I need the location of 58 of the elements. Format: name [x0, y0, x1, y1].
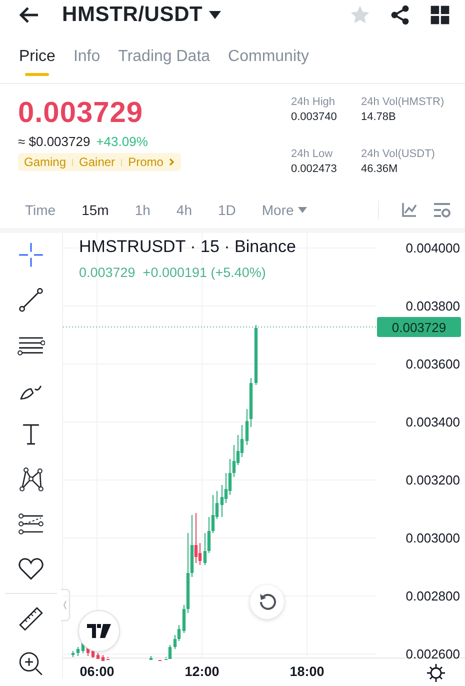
- interval-tab[interactable]: 1D: [218, 202, 236, 218]
- axis-label: 0.003600: [406, 356, 460, 372]
- tag-label[interactable]: Gainer: [79, 155, 116, 169]
- trend-line-icon[interactable]: [17, 286, 45, 314]
- axis-label: 0.003400: [406, 414, 460, 430]
- axis-label: 0.002600: [406, 646, 460, 662]
- tag-bar[interactable]: Gaming Gainer Promo: [18, 153, 182, 171]
- axis-label: 0.004000: [406, 240, 460, 256]
- stat-label: 24h High: [291, 96, 336, 108]
- usd-price: ≈ $0.003729: [18, 134, 90, 149]
- chart-title: HMSTRUSDT · 15 · Binance: [79, 237, 296, 257]
- price-change: +43.09%: [96, 134, 148, 149]
- interval-tab[interactable]: 4h: [176, 202, 192, 218]
- stat-label: 24h Low: [291, 148, 334, 160]
- logo-button[interactable]: [78, 610, 120, 652]
- reset-button[interactable]: [250, 585, 284, 619]
- interval-tab[interactable]: More: [262, 202, 307, 218]
- star-icon[interactable]: [349, 4, 371, 26]
- tab[interactable]: Community: [228, 42, 309, 72]
- tab[interactable]: Trading Data: [118, 42, 210, 72]
- stat-value: 14.78B: [361, 111, 397, 123]
- settings-icon[interactable]: [433, 201, 451, 219]
- tag-label[interactable]: Promo: [128, 155, 164, 169]
- stat-value: 46.36M: [361, 163, 399, 175]
- interval-tab[interactable]: Time: [25, 202, 56, 218]
- axis-label: 0.002800: [406, 588, 460, 604]
- stat-value: 0.003740: [291, 111, 338, 123]
- stat-label: 24h Vol(HMSTR): [361, 96, 446, 108]
- chart-quote: 0.003729 +0.000191 (+5.40%): [79, 265, 266, 280]
- candle: [149, 656, 153, 660]
- settings-gear-icon[interactable]: [427, 664, 445, 682]
- pattern-icon[interactable]: [17, 464, 45, 493]
- tag-label[interactable]: Gaming: [24, 155, 66, 169]
- caret-icon[interactable]: [208, 10, 221, 20]
- crosshair-icon[interactable]: [17, 241, 45, 269]
- axis-label: 0.003200: [406, 472, 460, 488]
- last-price: 0.003729: [18, 96, 144, 130]
- axis-label: 06:00: [80, 664, 114, 679]
- interval-tab[interactable]: 15m: [82, 202, 109, 218]
- logo-icon: [87, 624, 111, 638]
- collapse-handle[interactable]: [61, 589, 70, 621]
- stat-value: 0.002473: [291, 163, 338, 175]
- zoom-in-icon[interactable]: [17, 650, 45, 678]
- tab[interactable]: Info: [73, 42, 100, 72]
- candle: [158, 658, 162, 661]
- share-icon[interactable]: [389, 4, 411, 26]
- reset-icon: [257, 592, 277, 612]
- axis-label: 12:00: [184, 664, 220, 679]
- stat-label: 24h Vol(USDT): [361, 148, 436, 160]
- axis-label: 0.003000: [406, 530, 460, 546]
- axis-label: 0.003800: [406, 298, 460, 314]
- interval-tab[interactable]: 1h: [134, 202, 150, 218]
- pair-title[interactable]: HMSTR/USDT: [62, 3, 203, 27]
- axis-label: 18:00: [290, 664, 324, 679]
- ruler-icon[interactable]: [17, 605, 45, 634]
- price-tag: 0.003729: [377, 317, 461, 337]
- grid-icon[interactable]: [429, 4, 451, 26]
- chart-type-icon[interactable]: [401, 202, 417, 218]
